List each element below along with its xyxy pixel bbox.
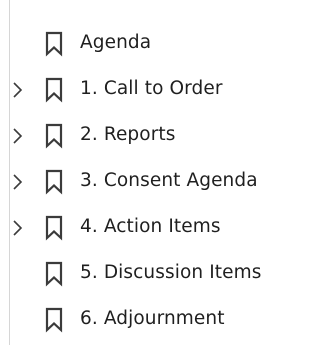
bookmark-icon bbox=[44, 307, 64, 333]
bookmark-icon bbox=[44, 31, 64, 57]
bookmark-icon bbox=[44, 215, 64, 241]
bookmark-label: 3. Consent Agenda bbox=[80, 170, 258, 191]
bookmark-item-reports[interactable]: 2. Reports bbox=[0, 113, 293, 159]
bookmark-item-agenda[interactable]: Agenda bbox=[0, 21, 293, 67]
chevron-right-icon[interactable] bbox=[11, 172, 25, 192]
bookmark-label: Agenda bbox=[80, 32, 152, 53]
bookmark-label: 6. Adjournment bbox=[80, 308, 225, 329]
bookmark-tree: Agenda 1. Call to Order 2. Reports 3. Co… bbox=[0, 21, 293, 343]
bookmark-label: 5. Discussion Items bbox=[80, 262, 262, 283]
bookmark-label: 4. Action Items bbox=[80, 216, 221, 237]
bookmark-item-action-items[interactable]: 4. Action Items bbox=[0, 205, 293, 251]
bookmark-label: 2. Reports bbox=[80, 124, 176, 145]
bookmark-icon bbox=[44, 123, 64, 149]
bookmark-icon bbox=[44, 261, 64, 287]
bookmark-item-call-to-order[interactable]: 1. Call to Order bbox=[0, 67, 293, 113]
chevron-right-icon[interactable] bbox=[11, 218, 25, 238]
chevron-right-icon[interactable] bbox=[11, 126, 25, 146]
chevron-right-icon[interactable] bbox=[11, 80, 25, 100]
bookmark-icon bbox=[44, 77, 64, 103]
bookmarks-panel: Agenda 1. Call to Order 2. Reports 3. Co… bbox=[0, 0, 293, 345]
bookmark-label: 1. Call to Order bbox=[80, 78, 223, 99]
bookmark-item-consent-agenda[interactable]: 3. Consent Agenda bbox=[0, 159, 293, 205]
bookmark-icon bbox=[44, 169, 64, 195]
bookmark-item-adjournment[interactable]: 6. Adjournment bbox=[0, 297, 293, 343]
bookmark-item-discussion-items[interactable]: 5. Discussion Items bbox=[0, 251, 293, 297]
